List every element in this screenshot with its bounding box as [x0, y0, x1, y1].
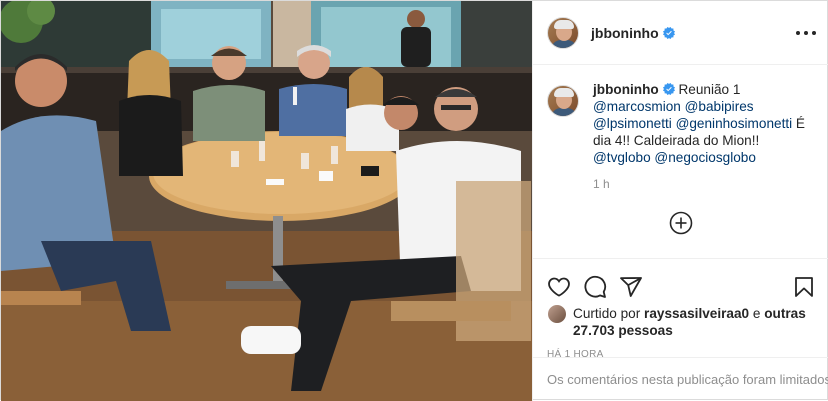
- caption-text-segment: Reunião 1: [674, 82, 741, 97]
- verified-badge-icon: [662, 26, 675, 39]
- bookmark-icon[interactable]: [792, 275, 816, 299]
- caption-mention[interactable]: @tvglobo: [593, 150, 651, 165]
- likes-summary: Curtido por rayssasilveiraa0 e outras 27…: [547, 304, 816, 339]
- caption-time: 1 h: [593, 177, 610, 191]
- paper-plane-icon[interactable]: [619, 275, 643, 299]
- verified-badge-icon: [662, 83, 675, 95]
- comments-limited-notice: Os comentários nesta publicação foram li…: [533, 357, 828, 401]
- caption-mention[interactable]: @negociosglobo: [654, 150, 755, 165]
- caption-area: jbboninho Reunião 1 @marcosmion @babipir…: [533, 65, 828, 258]
- post-actions: Curtido por rayssasilveiraa0 e outras 27…: [533, 258, 828, 360]
- caption-author-avatar[interactable]: [547, 85, 579, 117]
- post-photo-illustration: [1, 1, 532, 401]
- post-sidebar: jbboninho jbboninho Reunião 1 @marcosmio…: [532, 1, 828, 401]
- plus-circle-icon[interactable]: [669, 211, 693, 235]
- liker-username[interactable]: rayssasilveiraa0: [644, 306, 749, 321]
- liker-avatar[interactable]: [547, 304, 567, 324]
- more-horizontal-icon[interactable]: [796, 23, 816, 43]
- post-photo[interactable]: [1, 1, 532, 401]
- comment-icon[interactable]: [583, 275, 607, 299]
- instagram-post: jbboninho jbboninho Reunião 1 @marcosmio…: [0, 0, 828, 401]
- author-avatar[interactable]: [547, 16, 579, 49]
- caption-mention[interactable]: @babipires: [685, 99, 754, 114]
- heart-icon[interactable]: [547, 275, 571, 299]
- author-username[interactable]: jbboninho: [591, 25, 659, 41]
- post-header: jbboninho: [533, 1, 828, 65]
- caption-text: jbboninho Reunião 1 @marcosmion @babipir…: [593, 81, 807, 166]
- likes-middle: e: [749, 306, 765, 321]
- caption-mention[interactable]: @geninhosimonetti: [676, 116, 793, 131]
- caption-mention[interactable]: @lpsimonetti: [593, 116, 672, 131]
- caption-mention[interactable]: @marcosmion: [593, 99, 681, 114]
- likes-prefix: Curtido por: [573, 306, 645, 321]
- caption-username[interactable]: jbboninho: [593, 82, 659, 97]
